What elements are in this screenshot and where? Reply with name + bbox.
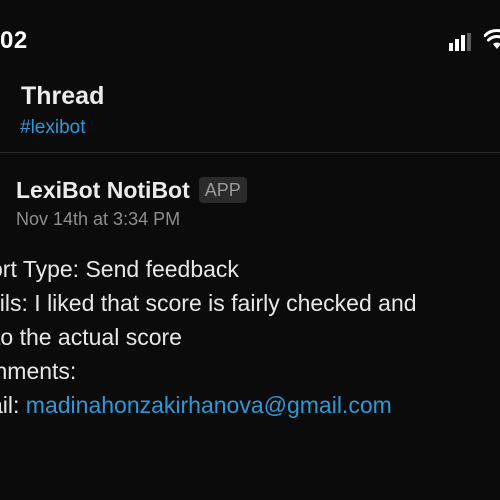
message: LexiBot NotiBot APP Nov 14th at 3:34 PM …	[0, 152, 500, 500]
message-line-email: ail: madinahonzakirhanova@gmail.com	[0, 392, 392, 419]
app-badge: APP	[198, 177, 247, 203]
wifi-icon	[484, 29, 500, 49]
sender-row: LexiBot NotiBot APP	[16, 175, 247, 205]
message-line-details-cont: to the actual score	[0, 324, 182, 350]
email-label: ail:	[0, 392, 20, 418]
status-time: 02	[0, 27, 28, 54]
cellular-signal-icon	[449, 33, 471, 51]
message-line-details: ails: I liked that score is fairly check…	[0, 290, 417, 316]
message-line-attachments: chments:	[0, 358, 77, 384]
message-timestamp: Nov 14th at 3:34 PM	[16, 209, 181, 229]
page-title: Thread	[21, 82, 105, 110]
sender-name[interactable]: LexiBot NotiBot	[16, 177, 190, 204]
email-link[interactable]: madinahonzakirhanova@gmail.com	[26, 392, 392, 418]
thread-header: Thread #lexibot	[0, 70, 500, 153]
channel-link[interactable]: #lexibot	[20, 117, 86, 139]
message-line-report-type: ort Type: Send feedback	[0, 256, 239, 282]
status-bar: 02	[0, 0, 500, 70]
